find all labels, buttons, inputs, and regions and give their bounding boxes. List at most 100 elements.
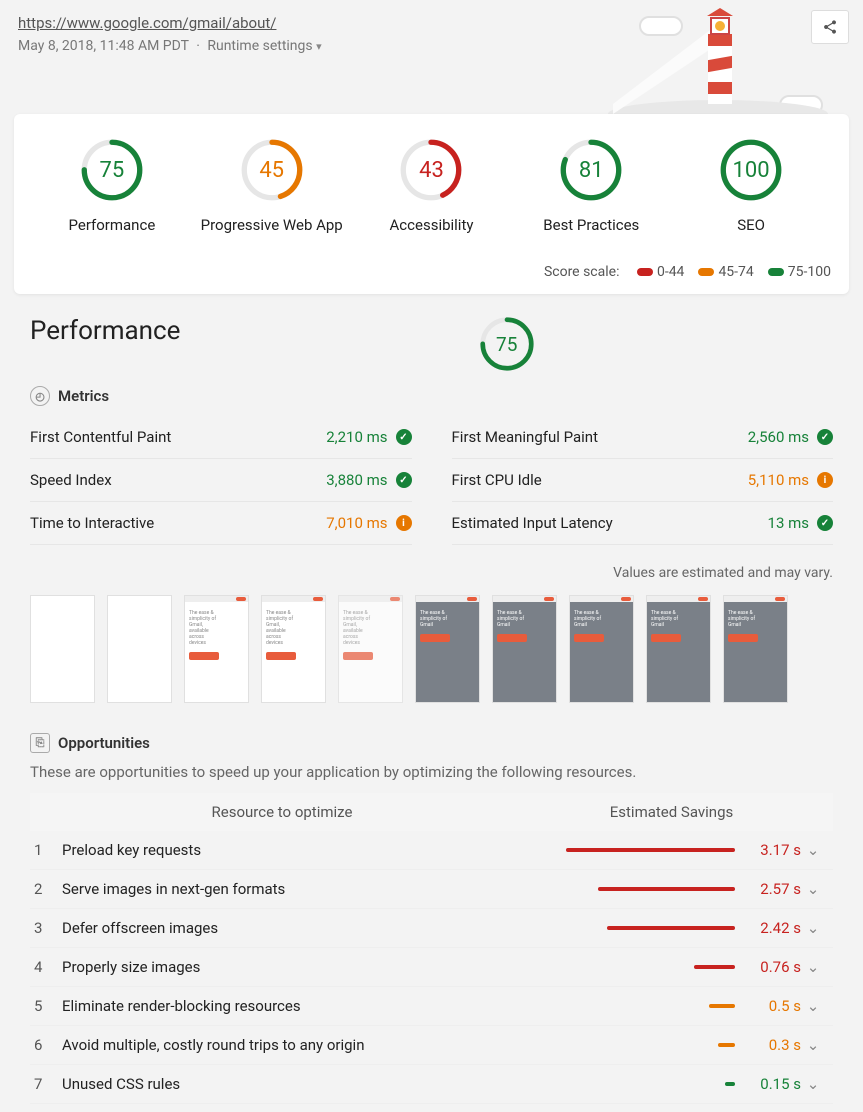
- chevron-down-icon[interactable]: ⌄: [801, 997, 825, 1015]
- metric-row[interactable]: First Meaningful Paint 2,560 ms✓: [452, 416, 834, 459]
- opp-index: 5: [34, 997, 62, 1015]
- score-progressive-web-app[interactable]: 45 Progressive Web App: [192, 138, 352, 234]
- opportunities-table-header: Resource to optimize Estimated Savings: [30, 793, 833, 831]
- report-timestamp: May 8, 2018, 11:48 AM PDT: [18, 38, 189, 54]
- metric-name: Estimated Input Latency: [452, 514, 613, 532]
- opp-name: Unused CSS rules: [62, 1075, 494, 1093]
- score-scale-legend: Score scale: 0-4445-7475-100: [32, 264, 831, 280]
- cloud-decoration: [639, 16, 683, 36]
- opp-value: 2.57 s: [745, 880, 801, 898]
- share-button[interactable]: [811, 10, 849, 44]
- filmstrip-frame: [107, 595, 172, 703]
- opportunity-row[interactable]: 5 Eliminate render-blocking resources 0.…: [30, 987, 833, 1026]
- status-green-icon: ✓: [396, 472, 412, 488]
- status-green-icon: ✓: [396, 429, 412, 445]
- opportunities-description: These are opportunities to speed up your…: [30, 763, 833, 781]
- scale-range: 45-74: [718, 264, 753, 280]
- filmstrip-frame: The ease &simplicity ofGmail: [492, 595, 557, 703]
- chevron-down-icon[interactable]: ⌄: [801, 1036, 825, 1054]
- scale-range: 75-100: [788, 264, 831, 280]
- opportunity-row[interactable]: 1 Preload key requests 3.17 s ⌄: [30, 831, 833, 870]
- score-performance[interactable]: 75 Performance: [32, 138, 192, 234]
- gauge: 100: [719, 138, 783, 202]
- opportunity-row[interactable]: 3 Defer offscreen images 2.42 s ⌄: [30, 909, 833, 948]
- status-orange-icon: i: [817, 472, 833, 488]
- gauge: 43: [399, 138, 463, 202]
- opportunity-row[interactable]: 6 Avoid multiple, costly round trips to …: [30, 1026, 833, 1065]
- score-label: Progressive Web App: [192, 216, 352, 234]
- section-title-performance: Performance: [30, 316, 180, 346]
- chevron-down-icon[interactable]: ⌄: [801, 841, 825, 859]
- opportunities-icon: ⎘: [30, 733, 50, 753]
- opp-bar: [494, 1082, 735, 1086]
- runtime-settings-toggle[interactable]: Runtime settings ▾: [207, 38, 321, 54]
- stopwatch-icon: ◴: [30, 386, 50, 406]
- chevron-down-icon[interactable]: ⌄: [801, 919, 825, 937]
- filmstrip-frame: [30, 595, 95, 703]
- share-icon: [822, 19, 838, 35]
- score-best-practices[interactable]: 81 Best Practices: [511, 138, 671, 234]
- chevron-down-icon[interactable]: ⌄: [801, 1075, 825, 1093]
- score-label: Best Practices: [511, 216, 671, 234]
- filmstrip-frame: The ease &simplicity ofGmail: [646, 595, 711, 703]
- performance-section: Performance 75 ◴ Metrics First Contentfu…: [0, 294, 863, 1112]
- filmstrip-frame: The ease &simplicity ofGmail,availableac…: [184, 595, 249, 703]
- col-savings: Estimated Savings: [522, 803, 821, 821]
- score-label: Performance: [32, 216, 192, 234]
- opp-bar: [494, 926, 735, 930]
- metric-value: 5,110 msi: [748, 471, 833, 489]
- status-green-icon: ✓: [817, 429, 833, 445]
- metric-name: First Meaningful Paint: [452, 428, 598, 446]
- opp-value: 3.17 s: [745, 841, 801, 859]
- score-label: SEO: [671, 216, 831, 234]
- score-seo[interactable]: 100 SEO: [671, 138, 831, 234]
- metric-row[interactable]: Estimated Input Latency 13 ms✓: [452, 502, 834, 545]
- chevron-down-icon[interactable]: ⌄: [801, 958, 825, 976]
- opp-bar: [494, 1043, 735, 1047]
- metric-name: First CPU Idle: [452, 471, 542, 489]
- score-accessibility[interactable]: 43 Accessibility: [352, 138, 512, 234]
- cloud-decoration: [779, 95, 823, 114]
- opp-bar: [494, 887, 735, 891]
- opportunity-row[interactable]: 2 Serve images in next-gen formats 2.57 …: [30, 870, 833, 909]
- chevron-down-icon: ▾: [316, 40, 322, 53]
- opp-index: 4: [34, 958, 62, 976]
- scale-range: 0-44: [657, 264, 684, 280]
- gauge: 45: [240, 138, 304, 202]
- metric-value: 13 ms✓: [768, 514, 833, 532]
- metric-name: Speed Index: [30, 471, 112, 489]
- gauge: 75: [80, 138, 144, 202]
- metric-value: 3,880 ms✓: [326, 471, 411, 489]
- filmstrip-frame: The ease &simplicity ofGmail,availableac…: [338, 595, 403, 703]
- chevron-down-icon[interactable]: ⌄: [801, 880, 825, 898]
- status-green-icon: ✓: [817, 515, 833, 531]
- metric-value: 2,560 ms✓: [748, 428, 833, 446]
- metrics-subheading: ◴ Metrics: [30, 386, 833, 406]
- opportunities-subheading: ⎘ Opportunities: [30, 733, 833, 753]
- opp-name: Eliminate render-blocking resources: [62, 997, 494, 1015]
- opp-value: 0.5 s: [745, 997, 801, 1015]
- opp-value: 0.15 s: [745, 1075, 801, 1093]
- metric-row[interactable]: Time to Interactive 7,010 msi: [30, 502, 412, 545]
- report-header: https://www.google.com/gmail/about/ May …: [0, 0, 863, 114]
- tested-url[interactable]: https://www.google.com/gmail/about/: [18, 14, 845, 32]
- opportunity-row[interactable]: 7 Unused CSS rules 0.15 s ⌄: [30, 1065, 833, 1104]
- gauge: 81: [559, 138, 623, 202]
- opp-index: 1: [34, 841, 62, 859]
- filmstrip: The ease &simplicity ofGmail,availableac…: [30, 595, 833, 703]
- opportunity-row[interactable]: 4 Properly size images 0.76 s ⌄: [30, 948, 833, 987]
- opp-value: 2.42 s: [745, 919, 801, 937]
- metric-row[interactable]: First CPU Idle 5,110 msi: [452, 459, 834, 502]
- opp-name: Preload key requests: [62, 841, 494, 859]
- filmstrip-frame: The ease &simplicity ofGmail: [723, 595, 788, 703]
- score-label: Accessibility: [352, 216, 512, 234]
- col-resource: Resource to optimize: [42, 803, 522, 821]
- metric-value: 7,010 msi: [326, 514, 411, 532]
- opp-bar: [494, 1004, 735, 1008]
- opp-index: 2: [34, 880, 62, 898]
- scale-pill-orange: [698, 268, 714, 276]
- metric-row[interactable]: Speed Index 3,880 ms✓: [30, 459, 412, 502]
- opp-value: 0.76 s: [745, 958, 801, 976]
- metric-row[interactable]: First Contentful Paint 2,210 ms✓: [30, 416, 412, 459]
- metric-name: Time to Interactive: [30, 514, 154, 532]
